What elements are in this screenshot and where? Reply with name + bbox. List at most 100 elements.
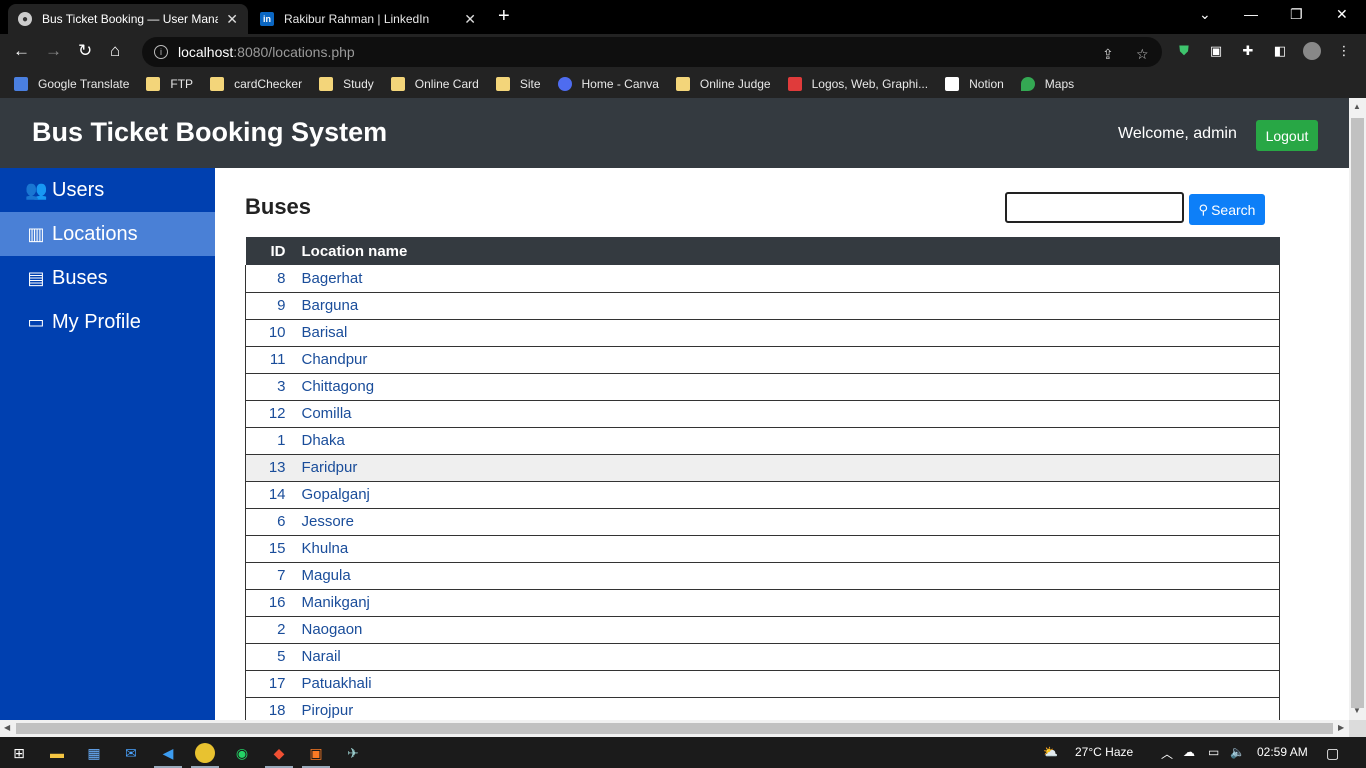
scroll-left-icon[interactable]: ◀ <box>4 723 10 732</box>
chrome-icon[interactable] <box>191 743 219 768</box>
new-tab-icon[interactable]: + <box>498 5 510 28</box>
scroll-up-icon[interactable]: ▲ <box>1353 102 1361 111</box>
clock-time[interactable]: 02:59 AM <box>1257 745 1308 759</box>
notifications-icon[interactable]: ▢ <box>1326 745 1339 762</box>
table-row[interactable]: 13 Faridpur <box>245 454 1280 482</box>
bookmark-ftp[interactable]: FTP <box>146 77 193 91</box>
whatsapp-icon[interactable]: ◉ <box>232 743 252 763</box>
sidebar-item-users[interactable]: 👥 Users <box>0 168 215 212</box>
browser-tab-active[interactable]: ● Bus Ticket Booking — User Mana ✕ <box>8 4 248 34</box>
sidebar-item-buses[interactable]: ▤ Buses <box>0 256 215 300</box>
table-row[interactable]: 2 Naogaon <box>245 616 1280 644</box>
cell-location-name[interactable]: Bagerhat <box>293 265 1280 293</box>
table-row[interactable]: 18 Pirojpur <box>245 697 1280 720</box>
bookmark-online-card[interactable]: Online Card <box>390 77 479 91</box>
cell-location-name[interactable]: Chittagong <box>293 373 1280 401</box>
app-brand[interactable]: Bus Ticket Booking System <box>32 117 387 148</box>
vscode-icon[interactable]: ◀ <box>154 743 182 768</box>
scroll-right-icon[interactable]: ▶ <box>1338 723 1344 732</box>
tab-search-icon[interactable]: ⌄ <box>1199 6 1211 23</box>
table-row[interactable]: 14 Gopalganj <box>245 481 1280 509</box>
bookmark-study[interactable]: Study <box>319 77 374 91</box>
store-icon[interactable]: ▦ <box>84 743 104 763</box>
column-header-id[interactable]: ID <box>245 237 294 265</box>
onedrive-icon[interactable]: ☁ <box>1183 745 1195 759</box>
horizontal-scroll-thumb[interactable] <box>16 723 1333 734</box>
git-icon[interactable]: ◆ <box>265 743 293 768</box>
column-header-location-name[interactable]: Location name <box>293 237 1280 265</box>
table-row[interactable]: 6 Jessore <box>245 508 1280 536</box>
cell-location-name[interactable]: Manikganj <box>293 589 1280 617</box>
cell-location-name[interactable]: Naogaon <box>293 616 1280 644</box>
weather-text[interactable]: 27°C Haze <box>1075 745 1133 759</box>
cell-location-name[interactable]: Barguna <box>293 292 1280 320</box>
logout-button[interactable]: Logout <box>1256 120 1318 151</box>
bookmark-site[interactable]: Site <box>495 77 541 91</box>
back-icon[interactable]: ← <box>13 41 30 61</box>
tray-chevron-icon[interactable]: ︿ <box>1161 745 1173 762</box>
network-icon[interactable]: ▭ <box>1208 745 1219 759</box>
horizontal-scrollbar[interactable]: ◀ ▶ <box>0 720 1349 737</box>
table-row[interactable]: 7 Magula <box>245 562 1280 590</box>
bookmark-maps[interactable]: Maps <box>1020 77 1074 91</box>
address-bar[interactable]: i localhost:8080/locations.php ⇪ ☆ <box>142 37 1162 67</box>
restore-icon[interactable]: ❐ <box>1290 6 1303 23</box>
extensions-icon[interactable]: ✚ <box>1239 42 1257 60</box>
search-input[interactable] <box>1005 192 1184 223</box>
menu-icon[interactable]: ⋮ <box>1335 42 1353 60</box>
cell-location-name[interactable]: Dhaka <box>293 427 1280 455</box>
cell-location-name[interactable]: Jessore <box>293 508 1280 536</box>
table-row[interactable]: 10 Barisal <box>245 319 1280 347</box>
vertical-scrollbar[interactable]: ▲ ▼ <box>1349 98 1366 720</box>
close-icon[interactable]: ✕ <box>226 11 238 28</box>
table-row[interactable]: 15 Khulna <box>245 535 1280 563</box>
table-row[interactable]: 5 Narail <box>245 643 1280 671</box>
table-row[interactable]: 16 Manikganj <box>245 589 1280 617</box>
search-button[interactable]: ⚲ Search <box>1189 194 1265 225</box>
table-row[interactable]: 8 Bagerhat <box>245 265 1280 293</box>
info-icon[interactable]: i <box>154 45 168 59</box>
cell-location-name[interactable]: Narail <box>293 643 1280 671</box>
weather-icon[interactable]: ⛅ <box>1043 745 1058 759</box>
reload-icon[interactable]: ↻ <box>78 41 92 61</box>
cell-location-name[interactable]: Pirojpur <box>293 697 1280 720</box>
table-row[interactable]: 9 Barguna <box>245 292 1280 320</box>
cell-location-name[interactable]: Patuakhali <box>293 670 1280 698</box>
mail-icon[interactable]: ✉ <box>121 743 141 763</box>
shield-extension-icon[interactable]: ⛊ <box>1175 42 1193 60</box>
cell-location-name[interactable]: Chandpur <box>293 346 1280 374</box>
vertical-scroll-thumb[interactable] <box>1351 118 1364 708</box>
profile-avatar[interactable] <box>1303 42 1321 60</box>
xampp-icon[interactable]: ▣ <box>302 743 330 768</box>
bookmark-canva[interactable]: Home - Canva <box>557 77 659 91</box>
browser-tab-linkedin[interactable]: in Rakibur Rahman | LinkedIn ✕ <box>250 4 486 34</box>
cell-location-name[interactable]: Magula <box>293 562 1280 590</box>
scroll-down-icon[interactable]: ▼ <box>1353 706 1361 715</box>
share-icon[interactable]: ⇪ <box>1102 46 1114 63</box>
volume-icon[interactable]: 🔈 <box>1230 745 1245 759</box>
camera-extension-icon[interactable]: ▣ <box>1207 42 1225 60</box>
cell-location-name[interactable]: Comilla <box>293 400 1280 428</box>
file-explorer-icon[interactable]: ▬ <box>47 743 67 763</box>
bookmark-google-translate[interactable]: Google Translate <box>14 77 129 91</box>
side-panel-icon[interactable]: ◧ <box>1271 42 1289 60</box>
bookmark-star-icon[interactable]: ☆ <box>1136 46 1149 63</box>
app-icon[interactable]: ✈ <box>343 743 363 763</box>
bookmark-notion[interactable]: Notion <box>945 77 1004 91</box>
window-close-icon[interactable]: ✕ <box>1336 6 1348 23</box>
table-row[interactable]: 12 Comilla <box>245 400 1280 428</box>
table-row[interactable]: 17 Patuakhali <box>245 670 1280 698</box>
cell-location-name[interactable]: Barisal <box>293 319 1280 347</box>
cell-location-name[interactable]: Faridpur <box>293 454 1280 482</box>
table-row[interactable]: 1 Dhaka <box>245 427 1280 455</box>
cell-location-name[interactable]: Khulna <box>293 535 1280 563</box>
windows-start-icon[interactable]: ⊞ <box>9 743 29 763</box>
close-icon[interactable]: ✕ <box>464 11 476 28</box>
home-icon[interactable]: ⌂ <box>110 41 120 61</box>
table-row[interactable]: 3 Chittagong <box>245 373 1280 401</box>
minimize-icon[interactable]: — <box>1244 6 1258 22</box>
sidebar-item-my-profile[interactable]: ▭ My Profile <box>0 300 215 344</box>
cell-location-name[interactable]: Gopalganj <box>293 481 1280 509</box>
table-row[interactable]: 11 Chandpur <box>245 346 1280 374</box>
bookmark-logos[interactable]: Logos, Web, Graphi... <box>787 77 928 91</box>
